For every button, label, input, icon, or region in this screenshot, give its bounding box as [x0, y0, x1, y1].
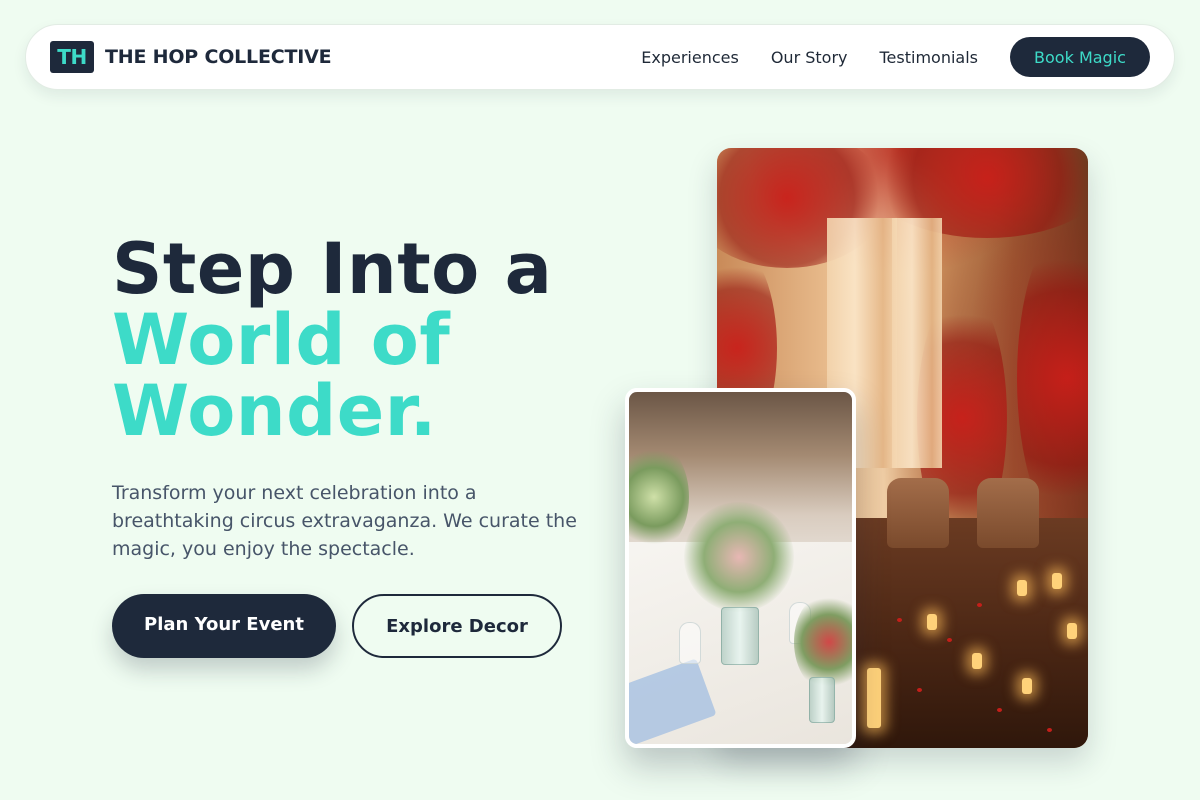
explore-decor-button[interactable]: Explore Decor — [352, 594, 562, 658]
candle — [1052, 573, 1062, 589]
hero-title-line-3: Wonder. — [112, 370, 437, 452]
nav-link-our-story[interactable]: Our Story — [771, 48, 848, 67]
vase — [809, 677, 835, 723]
top-nav: TH THE HOP COLLECTIVE Experiences Our St… — [25, 24, 1175, 90]
curtain — [892, 218, 942, 468]
hero-title-line-2: World of — [112, 299, 451, 381]
rose-petal — [997, 708, 1002, 712]
nav-links: Experiences Our Story Testimonials Book … — [641, 37, 1150, 77]
bouquet — [684, 502, 794, 612]
rose-petal — [977, 603, 982, 607]
nav-link-experiences[interactable]: Experiences — [641, 48, 739, 67]
armchair — [977, 478, 1039, 548]
candle — [867, 668, 881, 728]
vase — [721, 607, 759, 665]
candle — [972, 653, 982, 669]
candle — [1017, 580, 1027, 596]
brand-logo: TH — [50, 41, 94, 73]
book-magic-button[interactable]: Book Magic — [1010, 37, 1150, 77]
armchair — [887, 478, 949, 548]
brand[interactable]: TH THE HOP COLLECTIVE — [50, 41, 332, 73]
hero-title: Step Into a World of Wonder. — [112, 234, 632, 447]
rose-petal — [917, 688, 922, 692]
bouquet — [629, 442, 689, 552]
rose-petal — [1047, 728, 1052, 732]
nav-link-testimonials[interactable]: Testimonials — [880, 48, 979, 67]
plan-your-event-button[interactable]: Plan Your Event — [112, 594, 336, 658]
wine-glass — [679, 622, 701, 664]
hero-subtitle: Transform your next celebration into a b… — [112, 482, 577, 560]
rose-petal — [947, 638, 952, 642]
candle — [1067, 623, 1077, 639]
brand-name: THE HOP COLLECTIVE — [105, 46, 332, 68]
candle — [927, 614, 937, 630]
candle — [1022, 678, 1032, 694]
hero-title-line-1: Step Into a — [112, 228, 553, 310]
rose-petal — [897, 618, 902, 622]
table-setting-image — [625, 388, 856, 748]
